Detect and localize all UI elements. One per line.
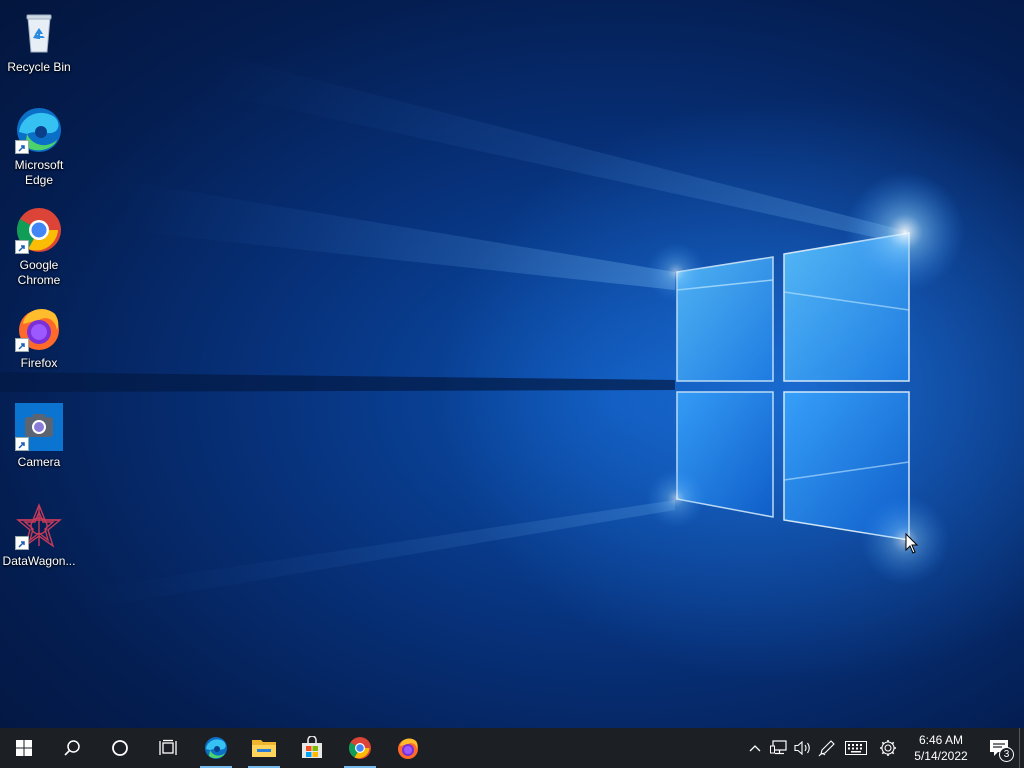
show-hidden-icons-button[interactable] <box>743 728 767 768</box>
store-icon <box>302 736 322 758</box>
camera-icon <box>15 403 63 451</box>
start-button[interactable] <box>0 728 48 768</box>
desktop-icon-firefox[interactable]: Firefox <box>0 304 78 371</box>
shortcut-arrow-icon <box>15 338 29 352</box>
task-view-icon <box>159 739 177 755</box>
taskbar-firefox[interactable] <box>384 728 432 768</box>
search-button[interactable] <box>48 728 96 768</box>
action-center-button[interactable]: 3 <box>979 728 1019 768</box>
shortcut-arrow-icon <box>15 437 29 451</box>
firefox-label: Firefox <box>20 356 58 370</box>
edge-icon <box>15 106 63 154</box>
recycle-bin-icon <box>15 8 63 56</box>
shortcut-arrow-icon <box>15 140 29 154</box>
wallpaper <box>0 55 965 610</box>
desktop-icon-datawagon[interactable]: DataWagon... <box>0 502 78 569</box>
taskbar-file-explorer[interactable] <box>240 728 288 768</box>
settings-icon <box>880 740 896 756</box>
camera-label: Camera <box>17 455 61 469</box>
cortana-button[interactable] <box>96 728 144 768</box>
show-desktop-button[interactable] <box>1019 728 1024 768</box>
volume-icon <box>794 740 810 756</box>
desktop-icon-microsoft-edge[interactable]: Microsoft Edge <box>0 106 78 188</box>
desktop-icon-recycle-bin[interactable]: Recycle Bin <box>0 8 78 75</box>
firefox-icon <box>15 304 63 352</box>
taskbar: 6:46 AM 5/14/2022 3 <box>0 728 1024 768</box>
taskbar-microsoft-store[interactable] <box>288 728 336 768</box>
keyboard-icon <box>845 741 867 755</box>
taskbar-edge[interactable] <box>192 728 240 768</box>
datawagon-label: DataWagon... <box>2 554 76 568</box>
shortcut-arrow-icon <box>15 536 29 550</box>
shortcut-arrow-icon <box>15 240 29 254</box>
mouse-cursor <box>905 533 919 554</box>
chrome-label: Google Chrome <box>17 258 61 287</box>
desktop-icon-google-chrome[interactable]: Google Chrome <box>0 206 78 288</box>
taskbar-google-chrome[interactable] <box>336 728 384 768</box>
search-icon <box>64 740 80 756</box>
network-button[interactable] <box>767 728 791 768</box>
clock[interactable]: 6:46 AM 5/14/2022 <box>903 728 979 768</box>
touch-keyboard-button[interactable] <box>839 728 873 768</box>
datawagon-icon <box>15 502 63 550</box>
clock-date: 5/14/2022 <box>914 749 968 763</box>
desktop[interactable]: Recycle Bin Microsoft Edge Google Chrome… <box>0 0 1024 728</box>
system-tray: 6:46 AM 5/14/2022 3 <box>743 728 1024 768</box>
chevron-up-icon <box>749 745 761 752</box>
network-icon <box>770 740 787 755</box>
edge-label: Microsoft Edge <box>14 158 64 187</box>
chrome-icon <box>349 737 371 759</box>
chrome-icon <box>15 206 63 254</box>
notification-count-badge: 3 <box>999 747 1014 762</box>
clock-time: 6:46 AM <box>918 733 964 747</box>
recycle-bin-label: Recycle Bin <box>7 60 71 74</box>
pen-icon <box>818 740 835 757</box>
windows-logo-icon <box>16 740 32 756</box>
edge-icon <box>205 737 227 759</box>
windows-ink-button[interactable] <box>815 728 839 768</box>
volume-button[interactable] <box>791 728 815 768</box>
desktop-icon-camera[interactable]: Camera <box>0 403 78 470</box>
settings-tray-button[interactable] <box>873 728 903 768</box>
folder-icon <box>252 740 276 757</box>
firefox-icon <box>398 738 418 759</box>
task-view-button[interactable] <box>144 728 192 768</box>
cortana-icon <box>112 740 128 756</box>
